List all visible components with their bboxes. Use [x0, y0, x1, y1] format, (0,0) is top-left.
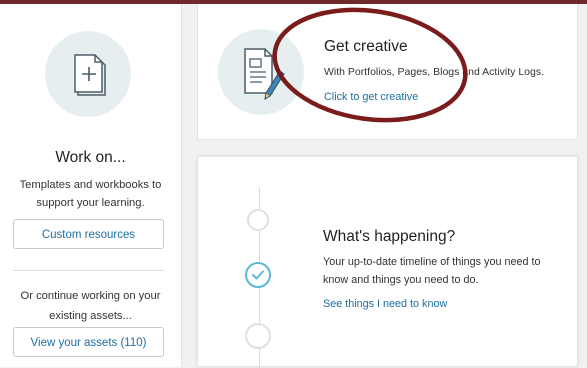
timeline-dot-icon — [247, 209, 269, 231]
continue-text: Or continue working on your existing ass… — [20, 290, 161, 322]
get-creative-link[interactable]: Click to get creative — [324, 91, 418, 103]
work-on-title: Work on... — [55, 149, 126, 166]
sidebar: Work on... Templates and workbooks to su… — [0, 4, 182, 367]
get-creative-card: Get creative With Portfolios, Pages, Blo… — [197, 4, 578, 140]
whats-happening-title: What's happening? — [323, 228, 456, 245]
see-things-link[interactable]: See things I need to know — [323, 298, 447, 310]
whats-happening-description: Your up-to-date timeline of things you n… — [323, 256, 541, 286]
get-creative-description: With Portfolios, Pages, Blogs and Activi… — [324, 66, 545, 78]
work-on-description: Templates and workbooks to support your … — [19, 179, 162, 209]
whats-happening-card: What's happening? Your up-to-date timeli… — [197, 156, 578, 368]
get-creative-title: Get creative — [324, 38, 408, 55]
add-page-icon — [45, 31, 131, 117]
check-icon — [245, 262, 271, 288]
custom-resources-button[interactable]: Custom resources — [13, 219, 164, 249]
sidebar-divider — [13, 270, 164, 271]
timeline-dot-icon — [245, 323, 271, 349]
view-assets-button[interactable]: View your assets (110) — [13, 327, 164, 357]
edit-document-icon — [218, 29, 304, 115]
